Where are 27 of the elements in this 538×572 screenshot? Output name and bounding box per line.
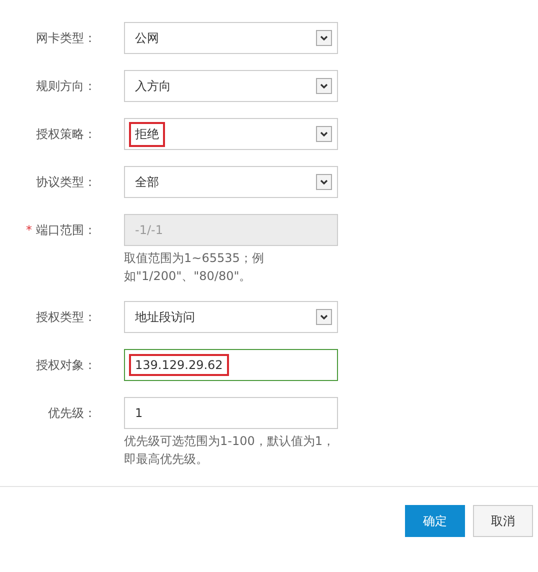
field-label: 授权对象： (36, 356, 96, 374)
field-label: 授权类型： (36, 308, 96, 326)
highlight-box: 139.129.29.62 (131, 356, 227, 374)
dropdown[interactable]: 公网 (124, 22, 338, 54)
dropdown[interactable]: 拒绝 (124, 118, 338, 150)
hint-text: 取值范围为1~65535；例如"1/200"、"80/80"。 (124, 250, 265, 285)
field-label: 优先级： (48, 404, 96, 422)
hint-text: 优先级可选范围为1-100，默认值为1，即最高优先级。 (124, 433, 336, 468)
confirm-button[interactable]: 确定 (405, 505, 465, 537)
dropdown[interactable]: 全部 (124, 166, 338, 198)
required-mark: * (26, 223, 32, 237)
caret-icon[interactable] (316, 30, 332, 46)
dropdown[interactable]: 入方向 (124, 70, 338, 102)
input-field[interactable]: 139.129.29.62 (124, 349, 338, 381)
field-label: 授权策略： (36, 126, 96, 142)
field-label: 端口范围： (36, 222, 96, 238)
input-field[interactable]: 1 (124, 397, 338, 429)
caret-icon[interactable] (316, 174, 332, 190)
caret-icon[interactable] (316, 309, 332, 325)
cancel-button[interactable]: 取消 (473, 505, 533, 537)
dropdown[interactable]: 地址段访问 (124, 301, 338, 333)
highlight-box: 拒绝 (131, 124, 163, 144)
field-label: 规则方向： (36, 78, 96, 94)
caret-icon[interactable] (316, 78, 332, 94)
field-label: 协议类型： (36, 174, 96, 190)
field-label: 网卡类型： (36, 30, 96, 46)
caret-icon[interactable] (316, 126, 332, 142)
